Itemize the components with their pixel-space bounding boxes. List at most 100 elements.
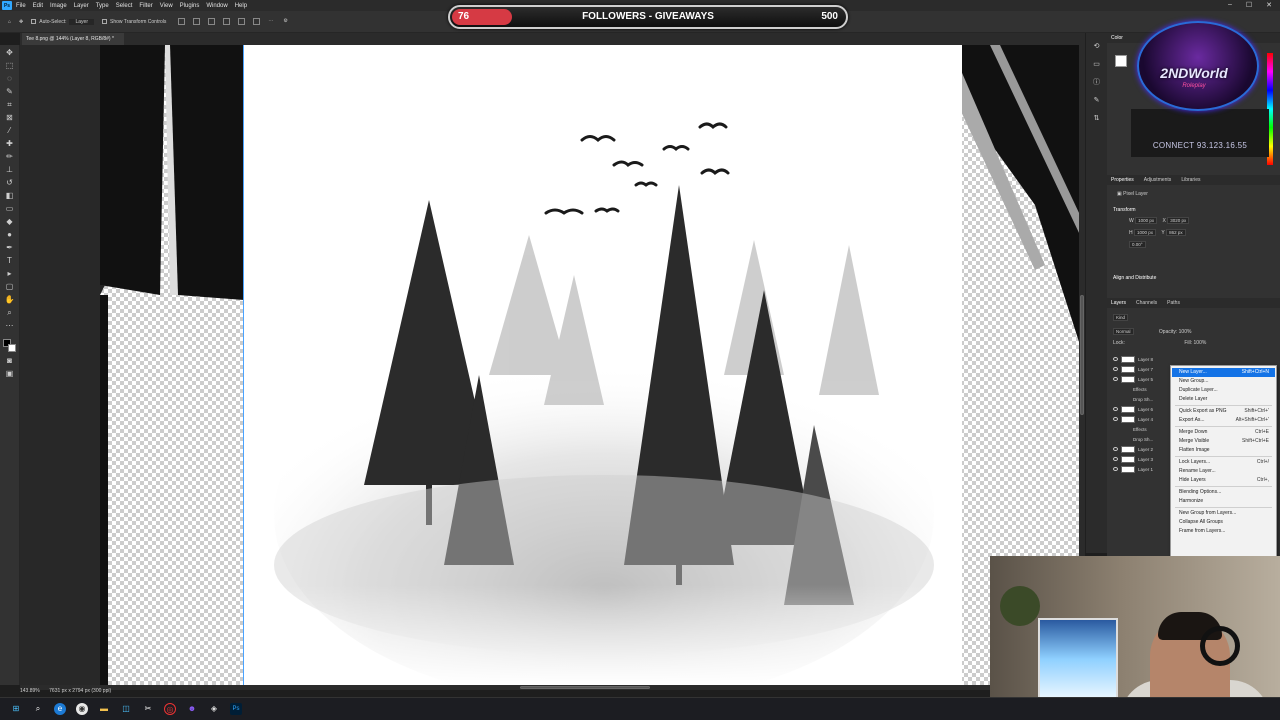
status-zoom[interactable]: 143.89%: [20, 688, 40, 694]
lasso-tool-icon[interactable]: ◌: [5, 74, 15, 84]
tab-paths[interactable]: Paths: [1167, 300, 1180, 306]
layer-filter-kind[interactable]: Kind: [1113, 314, 1129, 321]
color-panel-swatch[interactable]: [1115, 55, 1127, 67]
menu-plugins[interactable]: Plugins: [180, 3, 200, 9]
brush-settings-icon[interactable]: ✎: [1093, 97, 1101, 105]
layer-row[interactable]: Layer 2: [1113, 444, 1153, 454]
crop-tool-icon[interactable]: ⌗: [5, 100, 15, 110]
menu-image[interactable]: Image: [50, 3, 67, 9]
marquee-tool-icon[interactable]: ⬚: [5, 61, 15, 71]
horizontal-scrollbar[interactable]: [20, 685, 1085, 690]
windows-start-icon[interactable]: ⊞: [10, 703, 22, 715]
auto-select-checkbox[interactable]: [31, 19, 37, 24]
layer-row[interactable]: Layer 5: [1113, 374, 1153, 384]
context-menu-item[interactable]: Merge Visible Shift+Ctrl+E: [1172, 437, 1275, 446]
brush-tool-icon[interactable]: ✏: [5, 152, 15, 162]
menu-layer[interactable]: Layer: [74, 3, 89, 9]
fill-value[interactable]: 100%: [1194, 340, 1207, 346]
background-color-swatch[interactable]: [7, 344, 16, 352]
menu-edit[interactable]: Edit: [33, 3, 43, 9]
width-field[interactable]: 1000 px: [1135, 217, 1158, 224]
context-menu-item[interactable]: Quick Export as PNG Shift+Ctrl+': [1172, 407, 1275, 416]
capcut-icon[interactable]: ✂: [142, 703, 154, 715]
context-menu-item[interactable]: Collapse All Groups: [1172, 518, 1275, 527]
file-explorer-icon[interactable]: ▬: [98, 703, 110, 715]
tab-adjustments[interactable]: Adjustments: [1144, 177, 1172, 183]
menu-type[interactable]: Type: [96, 3, 109, 9]
visibility-eye-icon[interactable]: [1113, 467, 1118, 471]
tab-layers[interactable]: Layers: [1111, 300, 1126, 306]
move-tool-icon[interactable]: ✥: [5, 48, 15, 58]
align-center-icon[interactable]: [193, 18, 201, 25]
transform-controls-checkbox[interactable]: [102, 19, 107, 24]
comment-icon[interactable]: ▭: [1093, 61, 1101, 69]
path-select-tool-icon[interactable]: ▸: [5, 269, 15, 279]
quick-mask-icon[interactable]: ◙: [5, 356, 15, 366]
frame-tool-icon[interactable]: ⊠: [5, 113, 15, 123]
align-middle-icon[interactable]: [238, 18, 246, 25]
menu-file[interactable]: File: [16, 3, 26, 9]
context-menu-item[interactable]: Export As... Alt+Shift+Ctrl+': [1172, 416, 1275, 425]
layer-row[interactable]: Drop Sh...: [1133, 434, 1153, 444]
layer-row[interactable]: Layer 1: [1113, 464, 1153, 474]
align-left-icon[interactable]: [178, 18, 186, 25]
tab-libraries[interactable]: Libraries: [1181, 177, 1200, 183]
info-icon[interactable]: ⓘ: [1093, 79, 1101, 87]
type-tool-icon[interactable]: T: [5, 256, 15, 266]
transform-label[interactable]: Transform: [1113, 207, 1136, 213]
context-menu-item[interactable]: Merge Down Ctrl+E: [1172, 428, 1275, 437]
x-field[interactable]: 3020 px: [1167, 217, 1190, 224]
context-menu-item[interactable]: Frame from Layers...: [1172, 527, 1275, 536]
align-bottom-icon[interactable]: [253, 18, 261, 25]
history-brush-icon[interactable]: ↺: [5, 178, 15, 188]
tab-properties[interactable]: Properties: [1111, 177, 1134, 183]
screen-mode-icon[interactable]: ▣: [5, 369, 15, 379]
dodge-tool-icon[interactable]: ●: [5, 230, 15, 240]
app-icon[interactable]: ◈: [208, 703, 220, 715]
eraser-tool-icon[interactable]: ◧: [5, 191, 15, 201]
document-tab[interactable]: Tee 8.png @ 144% (Layer 8, RGB/8#) *: [22, 33, 124, 45]
layer-row[interactable]: Layer 3: [1113, 454, 1153, 464]
blend-mode-dropdown[interactable]: Normal: [1113, 328, 1134, 335]
visibility-eye-icon[interactable]: [1113, 357, 1118, 361]
home-icon[interactable]: ⌂: [8, 19, 11, 25]
menu-window[interactable]: Window: [206, 3, 227, 9]
chrome-icon[interactable]: ◉: [76, 703, 88, 715]
vertical-scroll-thumb[interactable]: [1080, 295, 1084, 415]
context-menu-item[interactable]: Harmonize: [1172, 497, 1275, 506]
obs-icon[interactable]: ◎: [164, 703, 176, 715]
history-icon[interactable]: ⟲: [1093, 43, 1101, 51]
menu-select[interactable]: Select: [116, 3, 133, 9]
horizontal-scroll-thumb[interactable]: [520, 686, 650, 689]
align-top-icon[interactable]: [223, 18, 231, 25]
search-icon[interactable]: ⌕: [32, 703, 44, 715]
hand-tool-icon[interactable]: ✋: [5, 295, 15, 305]
blur-tool-icon[interactable]: ◆: [5, 217, 15, 227]
context-menu-item[interactable]: Blending Options...: [1172, 488, 1275, 497]
height-field[interactable]: 1000 px: [1134, 229, 1157, 236]
menu-help[interactable]: Help: [235, 3, 247, 9]
adjust-icon[interactable]: ⇅: [1093, 115, 1101, 123]
document-canvas[interactable]: [100, 45, 1080, 685]
layer-row[interactable]: Layer 7: [1113, 364, 1153, 374]
layer-row[interactable]: Effects: [1133, 384, 1147, 394]
context-menu-item[interactable]: Lock Layers... Ctrl+/: [1172, 458, 1275, 467]
gradient-tool-icon[interactable]: ▭: [5, 204, 15, 214]
color-swatches[interactable]: [2, 339, 17, 353]
stamp-tool-icon[interactable]: ⊥: [5, 165, 15, 175]
minimize-icon[interactable]: –: [1228, 1, 1232, 9]
context-menu-item[interactable]: New Group...: [1172, 377, 1275, 386]
layer-row[interactable]: Effects: [1133, 424, 1147, 434]
visibility-eye-icon[interactable]: [1113, 457, 1118, 461]
opacity-value[interactable]: 100%: [1179, 329, 1192, 335]
layer-row[interactable]: Layer 4: [1113, 414, 1153, 424]
close-icon[interactable]: ✕: [1266, 1, 1272, 9]
align-distribute-label[interactable]: Align and Distribute: [1113, 275, 1156, 281]
zoom-tool-icon[interactable]: ⌕: [5, 308, 15, 318]
tab-channels[interactable]: Channels: [1136, 300, 1157, 306]
settings-gear-icon[interactable]: ⚙: [283, 18, 290, 25]
visibility-eye-icon[interactable]: [1113, 377, 1118, 381]
y-field[interactable]: 862 px: [1166, 229, 1186, 236]
more-options-icon[interactable]: ⋯: [268, 18, 275, 25]
eyedropper-tool-icon[interactable]: ⁄: [5, 126, 15, 136]
